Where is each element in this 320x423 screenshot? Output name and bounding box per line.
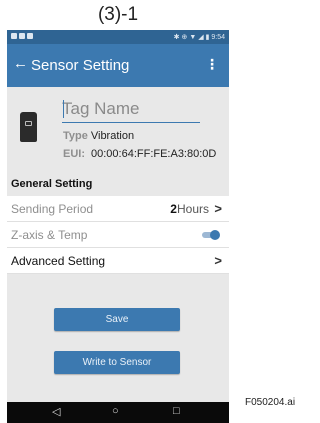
type-value: Vibration bbox=[90, 130, 135, 142]
app-bar: ← Sensor Setting ⋮ bbox=[7, 44, 229, 87]
sending-period-label: Sending Period bbox=[11, 202, 94, 216]
bluetooth-icon: ✱ bbox=[173, 34, 180, 41]
z-axis-temp-toggle[interactable] bbox=[202, 230, 220, 240]
battery-icon: ▮ bbox=[205, 34, 210, 41]
sending-period-value: 2Hours bbox=[170, 202, 209, 216]
eui-row: EUI: 00:00:64:FF:FE:A3:80:0D bbox=[63, 148, 216, 160]
chevron-right-icon: > bbox=[214, 201, 222, 216]
notification-icon bbox=[19, 33, 25, 40]
type-row: Type Vibration bbox=[63, 130, 134, 142]
signal-icon: ◢ bbox=[198, 34, 204, 41]
nav-recents-icon[interactable]: □ bbox=[173, 405, 180, 417]
tag-name-field[interactable] bbox=[62, 97, 200, 123]
eui-value: 00:00:64:FF:FE:A3:80:0D bbox=[91, 148, 217, 160]
sending-period-row[interactable]: Sending Period 2Hours > bbox=[7, 196, 229, 222]
back-arrow-icon[interactable]: ← bbox=[13, 55, 28, 72]
notification-icon bbox=[11, 33, 17, 40]
advanced-setting-label: Advanced Setting bbox=[11, 254, 106, 268]
advanced-setting-row[interactable]: Advanced Setting > bbox=[7, 248, 229, 274]
page-title: Sensor Setting bbox=[31, 57, 130, 74]
data-icon: ⊕ bbox=[181, 34, 188, 41]
phone-screen: ✱ ⊕ ▼ ◢ ▮ 9:54 ← Sensor Setting ⋮ TypeVi… bbox=[7, 30, 229, 423]
navigation-bar: ◁ ○ □ bbox=[7, 402, 229, 423]
status-right: ✱ ⊕ ▼ ◢ ▮ 9:54 bbox=[174, 33, 225, 41]
save-button[interactable]: Save bbox=[54, 308, 180, 331]
device-info-card: TypeVibration EUI: 00:00:64:FF:FE:A3:80:0… bbox=[7, 87, 229, 172]
write-to-sensor-button[interactable]: Write to Sensor bbox=[54, 351, 180, 374]
z-axis-temp-row: Z-axis & Temp bbox=[7, 222, 229, 248]
text-cursor bbox=[63, 100, 64, 118]
chevron-right-icon: > bbox=[214, 253, 222, 268]
eui-label: EUI: bbox=[63, 148, 85, 160]
tag-name-input[interactable] bbox=[62, 97, 200, 121]
nav-back-icon[interactable]: ◁ bbox=[52, 405, 60, 418]
notification-icon bbox=[27, 33, 33, 40]
status-time: 9:54 bbox=[211, 34, 225, 41]
nav-home-icon[interactable]: ○ bbox=[112, 405, 119, 417]
figure-id: F050204.ai bbox=[245, 397, 296, 408]
more-vertical-icon[interactable]: ⋮ bbox=[205, 56, 219, 73]
figure-caption: (3)-1 bbox=[97, 4, 139, 25]
general-setting-header: General Setting bbox=[7, 172, 229, 196]
status-bar: ✱ ⊕ ▼ ◢ ▮ 9:54 bbox=[7, 30, 229, 44]
z-axis-temp-label: Z-axis & Temp bbox=[11, 228, 88, 242]
sensor-device-icon bbox=[20, 112, 37, 142]
notification-icons bbox=[11, 33, 35, 40]
wifi-icon: ▼ bbox=[189, 34, 197, 41]
type-label: Type bbox=[63, 130, 88, 142]
